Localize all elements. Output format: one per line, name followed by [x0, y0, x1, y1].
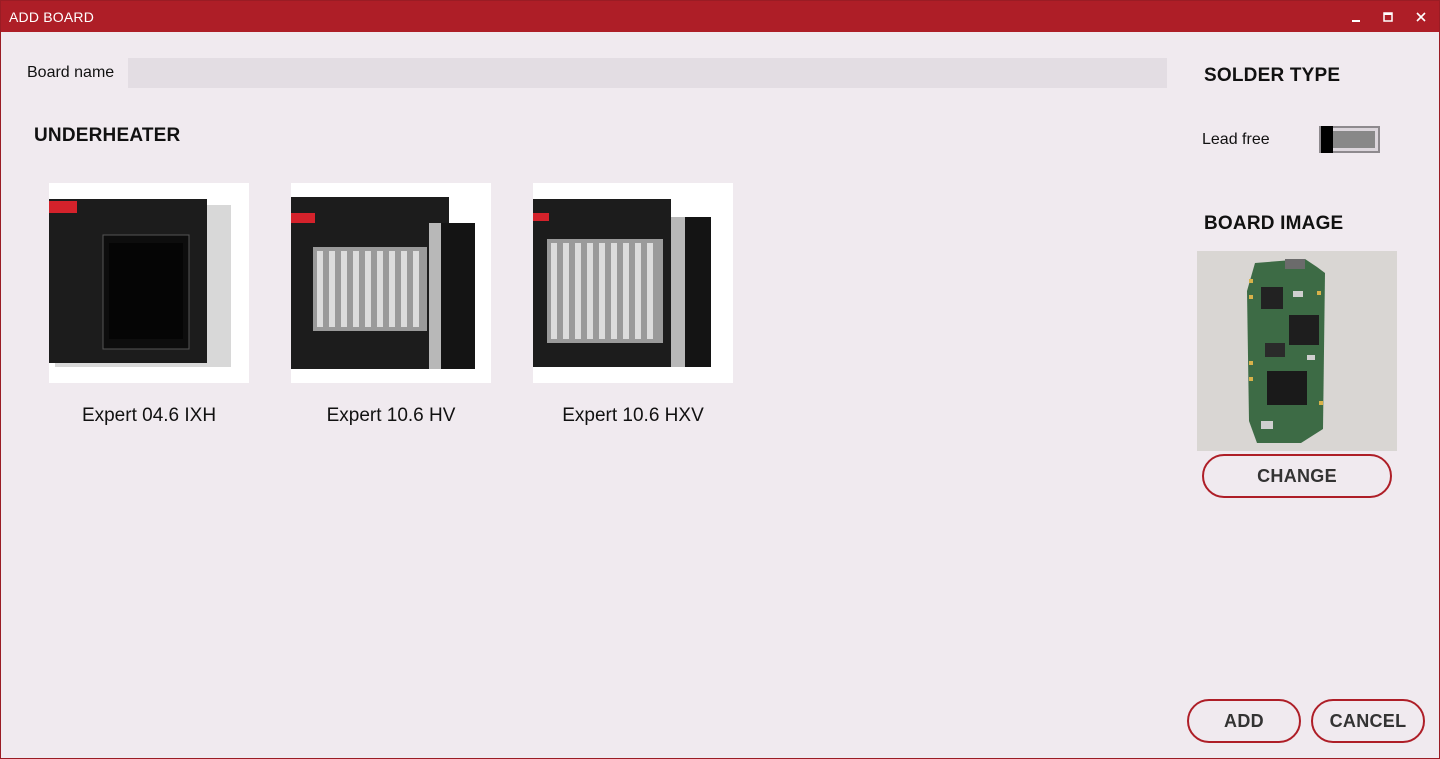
heater-name: Expert 10.6 HV	[326, 405, 456, 426]
board-name-label: Board name	[27, 64, 115, 81]
window-title: ADD BOARD	[9, 9, 95, 25]
change-image-button[interactable]: CHANGE	[1202, 454, 1392, 498]
maximize-button[interactable]	[1371, 1, 1405, 32]
solder-type-heading: SOLDER TYPE	[1204, 65, 1341, 86]
board-name-input[interactable]	[128, 58, 1167, 88]
minimize-icon	[1352, 19, 1360, 22]
heater-card-expert-04-6-ixh[interactable]: Expert 04.6 IXH	[49, 183, 249, 426]
heater-name: Expert 10.6 HXV	[562, 405, 704, 426]
lead-free-toggle[interactable]	[1319, 126, 1380, 153]
board-image	[1197, 251, 1397, 451]
heater-image-expert-04-6-ixh	[49, 183, 249, 383]
add-button[interactable]: ADD	[1187, 699, 1301, 743]
heater-image-expert-10-6-hxv	[533, 183, 733, 383]
heater-name: Expert 04.6 IXH	[81, 405, 217, 426]
minimize-button[interactable]	[1339, 1, 1373, 32]
close-button[interactable]	[1404, 1, 1438, 32]
add-board-window: ADD BOARD Board name UNDERHEATER Expert …	[0, 0, 1440, 759]
lead-free-label: Lead free	[1202, 131, 1270, 148]
maximize-icon	[1383, 11, 1393, 22]
underheater-heading: UNDERHEATER	[34, 125, 181, 146]
board-image-heading: BOARD IMAGE	[1204, 213, 1344, 234]
cancel-button[interactable]: CANCEL	[1311, 699, 1425, 743]
heater-card-expert-10-6-hv[interactable]: Expert 10.6 HV	[291, 183, 491, 426]
heater-image-expert-10-6-hv	[291, 183, 491, 383]
close-icon	[1416, 11, 1426, 22]
title-bar: ADD BOARD	[1, 1, 1439, 32]
heater-card-expert-10-6-hxv[interactable]: Expert 10.6 HXV	[533, 183, 733, 426]
toggle-thumb[interactable]	[1321, 126, 1333, 153]
